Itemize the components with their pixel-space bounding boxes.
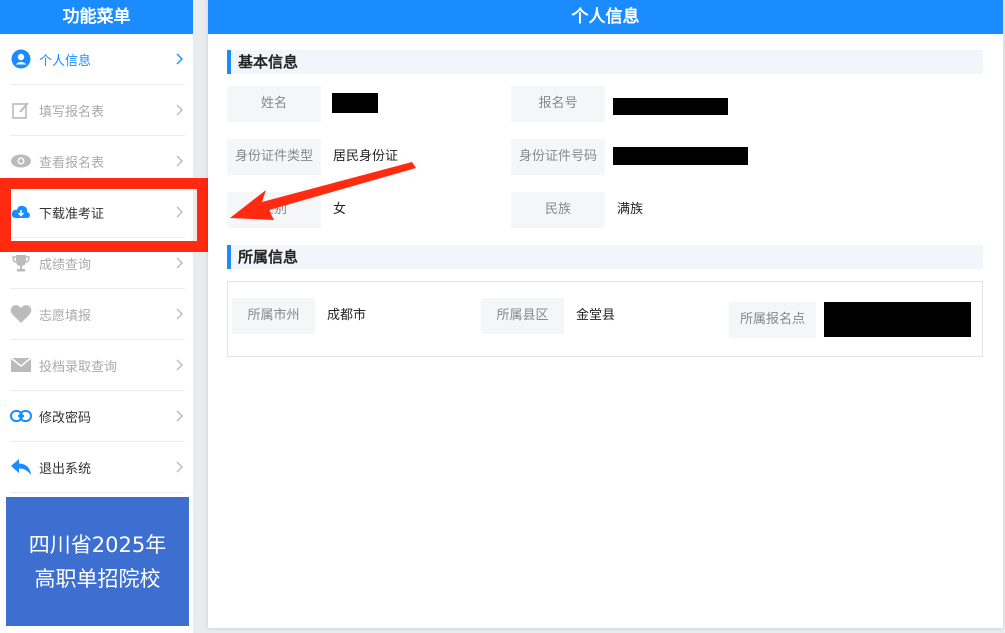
sidebar-item-score-query[interactable]: 成绩查询	[10, 238, 185, 289]
site-value-redacted	[824, 302, 971, 337]
county-label: 所属县区	[481, 298, 564, 334]
page-title: 个人信息	[208, 0, 1003, 34]
section-title-basic: 基本信息	[227, 50, 983, 74]
sidebar-item-label: 成绩查询	[39, 257, 92, 273]
main-panel: 个人信息 基本信息 姓名 报名号 身份证件类型 居民身份证 身份证件号码 性别 …	[208, 0, 1003, 628]
ethnic-value: 满族	[617, 202, 644, 217]
chevron-right-icon	[176, 206, 183, 218]
regno-label: 报名号	[511, 86, 605, 122]
promo-line-2: 高职单招院校	[34, 566, 161, 591]
chevron-right-icon	[176, 359, 183, 371]
idno-label: 身份证件号码	[511, 139, 605, 175]
sidebar-item-label: 志愿填报	[39, 308, 92, 324]
sidebar-item-volunteer[interactable]: 志愿填报	[10, 289, 185, 340]
sidebar-menu: 个人信息 填写报名表 查看报名表 下载准考证 成绩查询 志愿填报 投档录取查询 …	[0, 34, 193, 493]
name-label: 姓名	[227, 86, 321, 122]
promo-banner[interactable]: 四川省2025年 高职单招院校	[6, 497, 189, 626]
reply-icon	[10, 456, 32, 478]
idno-value-redacted	[613, 147, 748, 165]
sidebar-item-admission-query[interactable]: 投档录取查询	[10, 340, 185, 391]
city-value: 成都市	[327, 308, 367, 323]
idtype-value: 居民身份证	[333, 149, 399, 164]
name-value-redacted	[332, 93, 378, 113]
county-value: 金堂县	[576, 308, 616, 323]
trophy-icon	[10, 252, 32, 274]
link-icon	[10, 405, 32, 427]
edit-icon	[10, 99, 32, 121]
sidebar-item-label: 投档录取查询	[39, 359, 118, 375]
city-label: 所属市州	[232, 298, 315, 334]
sidebar-item-label: 填写报名表	[39, 104, 105, 120]
sidebar-title: 功能菜单	[0, 0, 193, 34]
chevron-right-icon	[176, 308, 183, 320]
chevron-right-icon	[176, 410, 183, 422]
sidebar-item-view-form[interactable]: 查看报名表	[10, 136, 185, 187]
regno-value-redacted	[613, 98, 728, 115]
sidebar: 功能菜单 个人信息 填写报名表 查看报名表 下载准考证 成绩查询 志愿填报 投档…	[0, 0, 193, 633]
heart-icon	[10, 303, 32, 325]
sidebar-item-personal-info[interactable]: 个人信息	[10, 34, 185, 85]
mail-icon	[10, 354, 32, 376]
sidebar-item-label: 修改密码	[39, 410, 92, 426]
sidebar-item-label: 下载准考证	[39, 206, 105, 222]
site-label: 所属报名点	[729, 302, 816, 338]
chevron-right-icon	[176, 461, 183, 473]
chevron-right-icon	[176, 155, 183, 167]
sidebar-item-label: 个人信息	[39, 53, 92, 69]
promo-line-1: 四川省2025年	[28, 532, 167, 557]
sidebar-item-label: 查看报名表	[39, 155, 105, 171]
ethnic-label: 民族	[511, 192, 605, 228]
eye-icon	[10, 150, 32, 172]
sidebar-item-download-ticket[interactable]: 下载准考证	[10, 187, 185, 238]
section-title-belong: 所属信息	[227, 245, 983, 269]
gender-value: 女	[333, 202, 347, 217]
gender-label: 性别	[227, 192, 321, 228]
chevron-right-icon	[176, 53, 183, 65]
chevron-right-icon	[176, 104, 183, 116]
cloud-download-icon	[10, 201, 32, 223]
chevron-right-icon	[176, 257, 183, 269]
sidebar-item-logout[interactable]: 退出系统	[10, 442, 185, 493]
idtype-label: 身份证件类型	[227, 139, 321, 175]
sidebar-item-label: 退出系统	[39, 461, 92, 477]
sidebar-item-change-password[interactable]: 修改密码	[10, 391, 185, 442]
user-circle-icon	[10, 48, 32, 70]
sidebar-item-fill-form[interactable]: 填写报名表	[10, 85, 185, 136]
